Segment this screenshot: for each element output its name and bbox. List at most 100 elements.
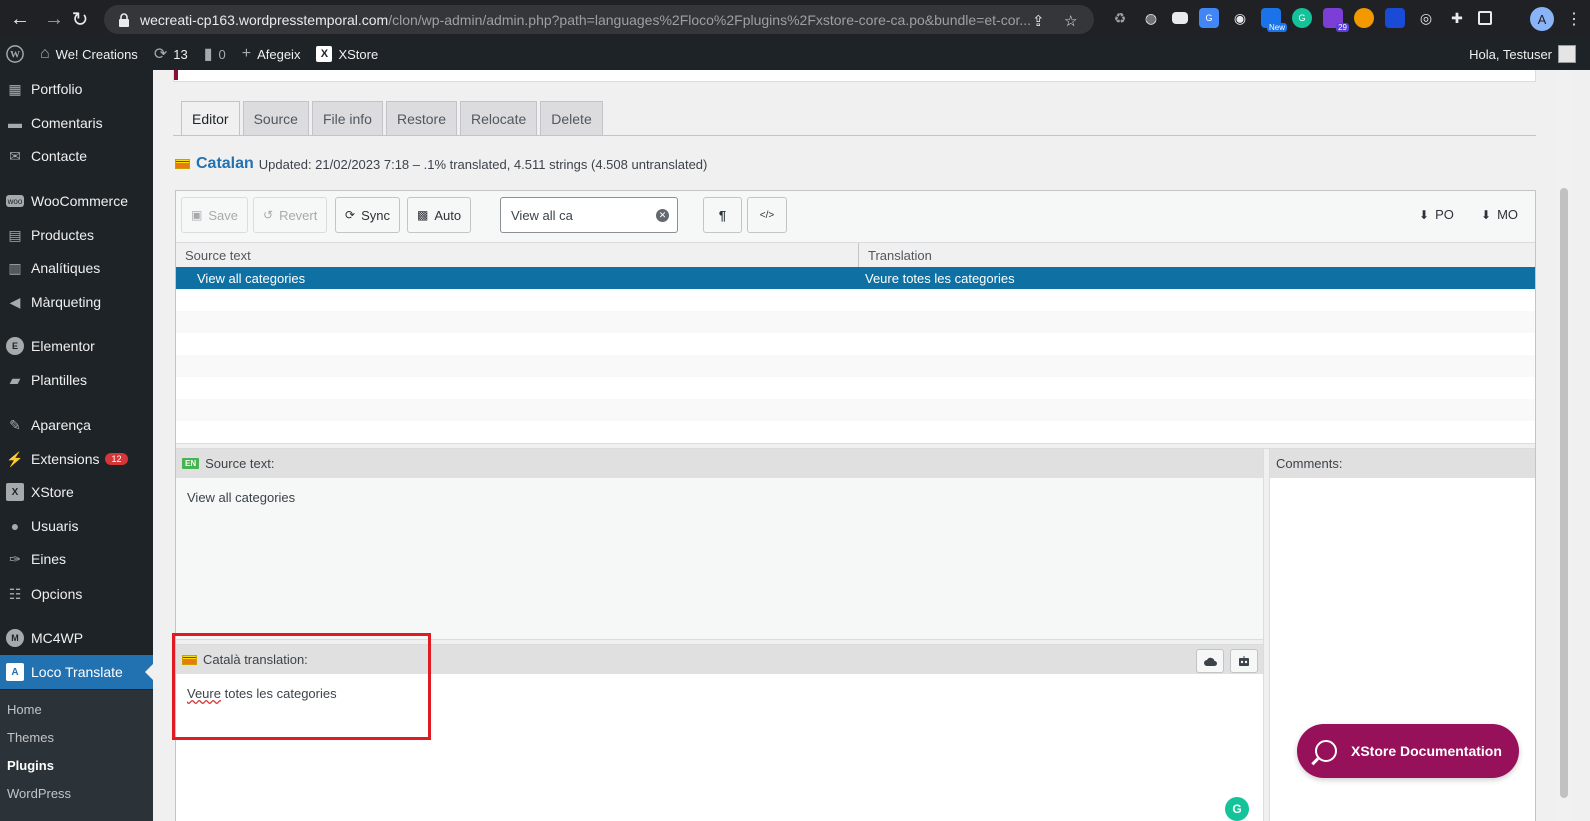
sidebar-item-marketing[interactable]: ◀ Màrqueting: [0, 285, 153, 319]
auto-translate-single-button[interactable]: [1230, 649, 1258, 673]
sidebar-item-xstore[interactable]: X XStore: [0, 475, 153, 509]
vertical-splitter[interactable]: [1263, 449, 1270, 821]
sidebar-item-woocommerce[interactable]: woo WooCommerce: [0, 184, 153, 218]
folder-icon: ▰: [9, 371, 21, 388]
recycle-ext-icon[interactable]: ♻: [1110, 8, 1130, 28]
editor-tabs: Editor Source File info Restore Relocate…: [181, 101, 603, 136]
address-bar[interactable]: wecreati-cp163.wordpresstemporal.com/clo…: [104, 5, 1094, 34]
wordpress-icon: W: [6, 45, 24, 63]
page-scrollbar[interactable]: [1557, 70, 1571, 821]
tab-restore[interactable]: Restore: [385, 101, 457, 136]
source-text-value: View all categories: [187, 490, 296, 505]
user-icon: ●: [10, 518, 20, 534]
tab-editor[interactable]: Editor: [181, 101, 240, 136]
add-new-link[interactable]: + Afegeix: [234, 38, 309, 70]
comments-link[interactable]: ▮ 0: [196, 38, 234, 70]
source-pane-header: EN Source text:: [176, 449, 1263, 478]
sidepanel-icon[interactable]: [1478, 11, 1492, 25]
code-view-toggle-button[interactable]: </>: [747, 197, 787, 233]
grammarly-ext-icon[interactable]: G: [1292, 8, 1312, 28]
site-name-link[interactable]: ⌂ We! Creations: [32, 38, 146, 70]
eye-ext-icon[interactable]: ◎: [1416, 8, 1436, 28]
robot-icon: ▩: [417, 208, 429, 222]
auto-translate-button[interactable]: ▩ Auto: [407, 197, 472, 233]
puzzle-icon[interactable]: ✚: [1447, 8, 1467, 28]
xstore-documentation-button[interactable]: XStore Documentation: [1297, 724, 1519, 778]
brush-icon: ✎: [9, 416, 21, 433]
back-icon[interactable]: ←: [4, 3, 36, 35]
sidebar-item-analytics[interactable]: ▥ Analítiques: [0, 251, 153, 285]
catalan-flag-icon: [175, 159, 190, 169]
counter-ext-icon[interactable]: 29: [1323, 8, 1349, 32]
revert-button[interactable]: ↺ Revert: [253, 197, 328, 233]
reload-icon[interactable]: ↻: [64, 3, 96, 35]
sidebar-item-comments[interactable]: ▬ Comentaris: [0, 106, 153, 140]
submenu-themes[interactable]: Themes: [7, 730, 54, 745]
submenu-home[interactable]: Home: [7, 702, 42, 717]
clear-search-icon[interactable]: ✕: [656, 209, 669, 222]
sidebar-item-tools[interactable]: ✑ Eines: [0, 542, 153, 576]
sidebar-item-settings[interactable]: ☷ Opcions: [0, 577, 153, 611]
sidebar-item-portfolio[interactable]: ▦ Portfolio: [0, 72, 153, 106]
moon-ext-icon[interactable]: [1354, 8, 1374, 28]
sidebar-item-templates[interactable]: ▰ Plantilles: [0, 363, 153, 397]
download-icon: ⬇: [1419, 207, 1430, 222]
source-text-pane: EN Source text: View all categories: [176, 449, 1263, 639]
wp-logo[interactable]: W: [0, 38, 32, 70]
updates-link[interactable]: ⟳ 13: [146, 38, 196, 70]
download-po-button[interactable]: ⬇ PO: [1419, 207, 1454, 222]
video-ext-icon[interactable]: [1385, 8, 1405, 28]
editor-toolbar: ▣Save ↺Revert ⟳Sync ▩Auto ✕ ¶ </> ⬇PO ⬇M…: [176, 191, 1535, 243]
en-lang-badge: EN: [182, 458, 200, 469]
sync-button[interactable]: ⟳ Sync: [335, 197, 400, 233]
save-button[interactable]: ▣ Save: [181, 197, 248, 233]
kebab-menu-icon[interactable]: ⋮: [1566, 9, 1582, 29]
grammarly-icon[interactable]: G: [1225, 797, 1249, 821]
my-account[interactable]: Hola, Testuser: [1469, 38, 1576, 70]
translate-ext-icon[interactable]: G: [1199, 8, 1219, 28]
new-ext-icon[interactable]: New: [1261, 8, 1287, 32]
portfolio-icon: ▦: [8, 80, 22, 97]
column-source-header[interactable]: Source text: [176, 243, 859, 267]
source-pane-label: Source text:: [205, 456, 275, 471]
cloud-suggest-button[interactable]: [1196, 649, 1224, 673]
comments-pane-header: Comments:: [1270, 449, 1535, 478]
tab-relocate[interactable]: Relocate: [460, 101, 538, 136]
chart-icon: ▥: [8, 259, 22, 276]
plus-icon: +: [241, 45, 252, 62]
sidebar-item-mc4wp[interactable]: M MC4WP: [0, 621, 153, 655]
tab-file-info[interactable]: File info: [311, 101, 383, 136]
filter-search-input[interactable]: [511, 207, 651, 223]
sidebar-item-plugins[interactable]: ⚡ Extensions 12: [0, 442, 153, 476]
sidebar-item-products[interactable]: ▤ Productes: [0, 218, 153, 252]
sidebar-item-elementor[interactable]: E Elementor: [0, 329, 153, 363]
sidebar-item-loco-translate[interactable]: A Loco Translate: [0, 655, 153, 689]
tab-delete[interactable]: Delete: [540, 101, 603, 136]
sidebar-item-users[interactable]: ● Usuaris: [0, 509, 153, 543]
robot-icon: [1239, 656, 1249, 666]
sidebar-item-contact[interactable]: ✉ Contacte: [0, 139, 153, 173]
bookmark-star-icon[interactable]: ☆: [1064, 12, 1077, 30]
url-text: wecreati-cp163.wordpresstemporal.com/clo…: [140, 11, 1032, 28]
share-icon[interactable]: ⇪: [1032, 12, 1045, 30]
annotation-highlight-box: [172, 633, 431, 740]
camera-ext-icon[interactable]: ◉: [1230, 8, 1250, 28]
table-row[interactable]: View all categories Veure totes les cate…: [176, 267, 1535, 289]
comment-bubble-icon: ▮: [203, 46, 213, 63]
updates-icon: ⟳: [153, 46, 168, 63]
globe-ext-icon[interactable]: ◍: [1141, 8, 1161, 28]
submenu-wordpress[interactable]: WordPress: [7, 786, 71, 801]
column-translation-header[interactable]: Translation: [859, 243, 932, 267]
scrollbar-thumb[interactable]: [1560, 188, 1568, 798]
screen-ext-icon[interactable]: [1172, 12, 1188, 24]
filter-search-field[interactable]: ✕: [500, 197, 678, 233]
download-mo-button[interactable]: ⬇ MO: [1481, 207, 1518, 222]
sidebar-item-appearance[interactable]: ✎ Aparença: [0, 408, 153, 442]
submenu-plugins[interactable]: Plugins: [7, 758, 54, 773]
locale-link[interactable]: Catalan: [196, 155, 254, 173]
tab-source[interactable]: Source: [242, 101, 309, 136]
invisibles-toggle-button[interactable]: ¶: [703, 197, 742, 233]
profile-avatar[interactable]: A: [1530, 7, 1554, 31]
xstore-adminbar-link[interactable]: X XStore: [308, 38, 386, 70]
comments-pane-label: Comments:: [1276, 456, 1343, 471]
